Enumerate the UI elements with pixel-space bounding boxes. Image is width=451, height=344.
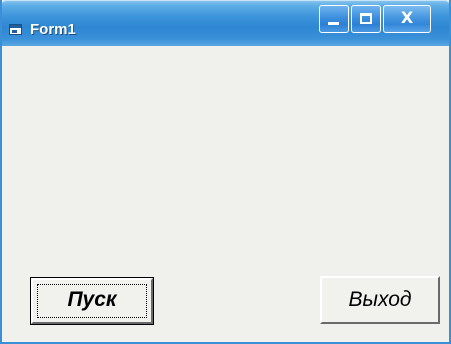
close-button[interactable]: X: [383, 5, 431, 33]
maximize-icon: [360, 13, 372, 24]
maximize-button[interactable]: [351, 5, 381, 33]
exit-button-label: Выход: [348, 288, 412, 311]
vb-form-icon[interactable]: [9, 24, 22, 35]
title-bar[interactable]: Form1 X: [2, 0, 449, 46]
form-client-area: Пуск Выход: [4, 46, 449, 342]
start-button[interactable]: Пуск: [30, 277, 154, 325]
minimize-icon: [328, 22, 339, 25]
exit-button[interactable]: Выход: [320, 276, 440, 324]
window-title: Form1: [30, 21, 76, 38]
start-button-label: Пуск: [67, 288, 117, 311]
minimize-button[interactable]: [319, 5, 349, 33]
close-icon: X: [400, 8, 414, 27]
form-window: Form1 X Пуск Выход: [0, 0, 451, 344]
